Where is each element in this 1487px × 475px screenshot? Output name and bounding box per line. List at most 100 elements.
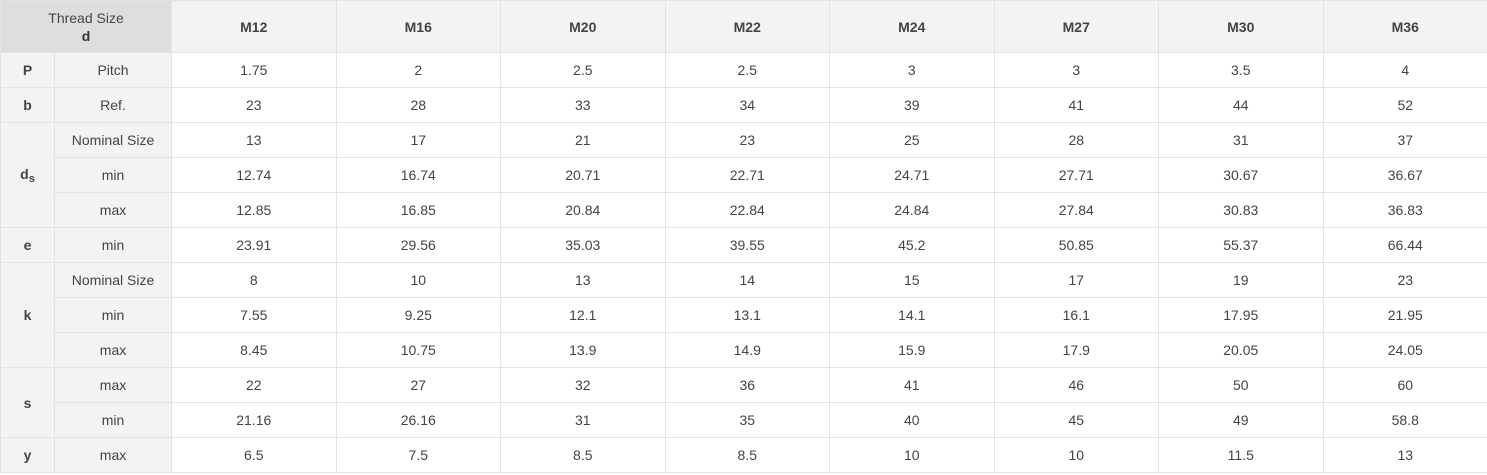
size-header-m30: M30: [1158, 0, 1324, 53]
parameter-symbol: s: [23, 394, 32, 411]
table-row: e min 23.91 29.56 35.03 39.55 45.2 50.85 55.37 66…: [0, 227, 1487, 263]
value-cell: 35: [664, 402, 831, 438]
value-cell: 45: [993, 402, 1160, 438]
size-header-m20: M20: [500, 0, 666, 53]
table-row: max 12.85 16.85 20.84 22.84 24.84 27.84 30.83 36…: [1, 192, 1487, 228]
table-body: P Pitch 1.75 2 2.5 2.5 3 3 3.5 4 b Ref. 23 28 33 34 39 41…: [0, 52, 1487, 473]
value-cell: 27.71: [993, 157, 1160, 193]
value-cell: 13.1: [664, 297, 831, 333]
parameter-symbol: P: [22, 62, 33, 78]
value-cell: 32: [500, 367, 666, 403]
table-row: ds Nominal Size 13 17 21 23 25 28 31 37: [0, 122, 1487, 228]
thread-size-label: Thread Size: [48, 9, 124, 26]
parameter-label: Nominal Size: [53, 262, 173, 298]
table-row: s max 22 27 32 36 41 46 50 60: [0, 367, 1487, 438]
value-cell: 29.56: [335, 227, 502, 263]
value-cell: 8.5: [500, 437, 666, 473]
value-cell: 30.67: [1158, 157, 1324, 193]
value-cell: 40: [829, 402, 995, 438]
value-cell: 34: [664, 87, 831, 123]
parameter-label: max: [53, 192, 173, 228]
value-cell: 39: [829, 87, 995, 123]
value-cell: 12.74: [171, 157, 337, 193]
value-cell: 20.05: [1158, 332, 1324, 368]
parameter-symbol: e: [23, 237, 32, 253]
value-cell: 14.1: [829, 297, 995, 333]
parameter-symbol-cell: ds: [0, 122, 55, 228]
value-cell: 41: [829, 367, 995, 403]
value-cell: 31: [500, 402, 666, 438]
value-cell: 26.16: [335, 402, 502, 438]
value-cell: 2.5: [500, 52, 666, 88]
value-cell: 21: [500, 122, 666, 158]
value-cell: 46: [993, 367, 1160, 403]
value-cell: 10: [993, 437, 1160, 473]
value-cell: 66.44: [1322, 227, 1487, 263]
value-cell: 50: [1158, 367, 1324, 403]
parameter-symbol: b: [23, 97, 32, 113]
value-cell: 13: [500, 262, 666, 298]
parameter-label: max: [53, 437, 173, 473]
parameter-label: max: [53, 367, 173, 403]
value-cell: 17: [993, 262, 1160, 298]
value-cell: 33: [500, 87, 666, 123]
value-cell: 23: [1322, 262, 1487, 298]
value-cell: 49: [1158, 402, 1324, 438]
value-cell: 14: [664, 262, 831, 298]
value-cell: 13.9: [500, 332, 666, 368]
value-cell: 14.9: [664, 332, 831, 368]
value-cell: 27.84: [993, 192, 1160, 228]
value-cell: 22.84: [664, 192, 831, 228]
parameter-label: Nominal Size: [53, 122, 173, 158]
value-cell: 20.71: [500, 157, 666, 193]
value-cell: 9.25: [335, 297, 502, 333]
size-header-m36: M36: [1322, 0, 1487, 53]
value-cell: 3: [829, 52, 995, 88]
table-row: y max 6.5 7.5 8.5 8.5 10 10 11.5 13: [0, 437, 1487, 473]
value-cell: 8.5: [664, 437, 831, 473]
parameter-subscript: s: [28, 172, 35, 185]
value-cell: 39.55: [664, 227, 831, 263]
parameter-symbol-cell: P: [0, 52, 55, 88]
parameter-label: Ref.: [53, 87, 173, 123]
table-row: min 21.16 26.16 31 35 40 45 49 58.8: [1, 402, 1487, 438]
value-cell: 10.75: [335, 332, 502, 368]
value-cell: 44: [1158, 87, 1324, 123]
value-cell: 6.5: [171, 437, 337, 473]
value-cell: 12.85: [171, 192, 337, 228]
parameter-symbol: y: [23, 447, 32, 463]
value-cell: 10: [335, 262, 502, 298]
size-header-m12: M12: [171, 0, 337, 53]
value-cell: 37: [1322, 122, 1487, 158]
value-cell: 35.03: [500, 227, 666, 263]
value-cell: 8: [171, 262, 337, 298]
value-cell: 36.83: [1322, 192, 1487, 228]
value-cell: 36: [664, 367, 831, 403]
value-cell: 21.95: [1322, 297, 1487, 333]
value-cell: 45.2: [829, 227, 995, 263]
value-cell: 50.85: [993, 227, 1160, 263]
value-cell: 23: [171, 87, 337, 123]
value-cell: 22.71: [664, 157, 831, 193]
table-row: k Nominal Size 8 10 13 14 15 17 19 23: [0, 262, 1487, 368]
value-cell: 17.95: [1158, 297, 1324, 333]
table-row: min 12.74 16.74 20.71 22.71 24.71 27.71 30.67 36…: [1, 157, 1487, 193]
value-cell: 36.67: [1322, 157, 1487, 193]
value-cell: 20.84: [500, 192, 666, 228]
table-row: min 7.55 9.25 12.1 13.1 14.1 16.1 17.95 21.95: [1, 297, 1487, 333]
parameter-symbol-cell: e: [0, 227, 55, 263]
value-cell: 28: [335, 87, 502, 123]
value-cell: 31: [1158, 122, 1324, 158]
thread-size-header-cell: Thread Size d: [0, 0, 173, 53]
value-cell: 15.9: [829, 332, 995, 368]
parameter-label: min: [53, 227, 173, 263]
table-row: P Pitch 1.75 2 2.5 2.5 3 3 3.5 4: [0, 52, 1487, 88]
value-cell: 23: [664, 122, 831, 158]
value-cell: 60: [1322, 367, 1487, 403]
size-header-m16: M16: [335, 0, 502, 53]
value-cell: 10: [829, 437, 995, 473]
value-cell: 7.5: [335, 437, 502, 473]
value-cell: 24.71: [829, 157, 995, 193]
value-cell: 25: [829, 122, 995, 158]
value-cell: 21.16: [171, 402, 337, 438]
